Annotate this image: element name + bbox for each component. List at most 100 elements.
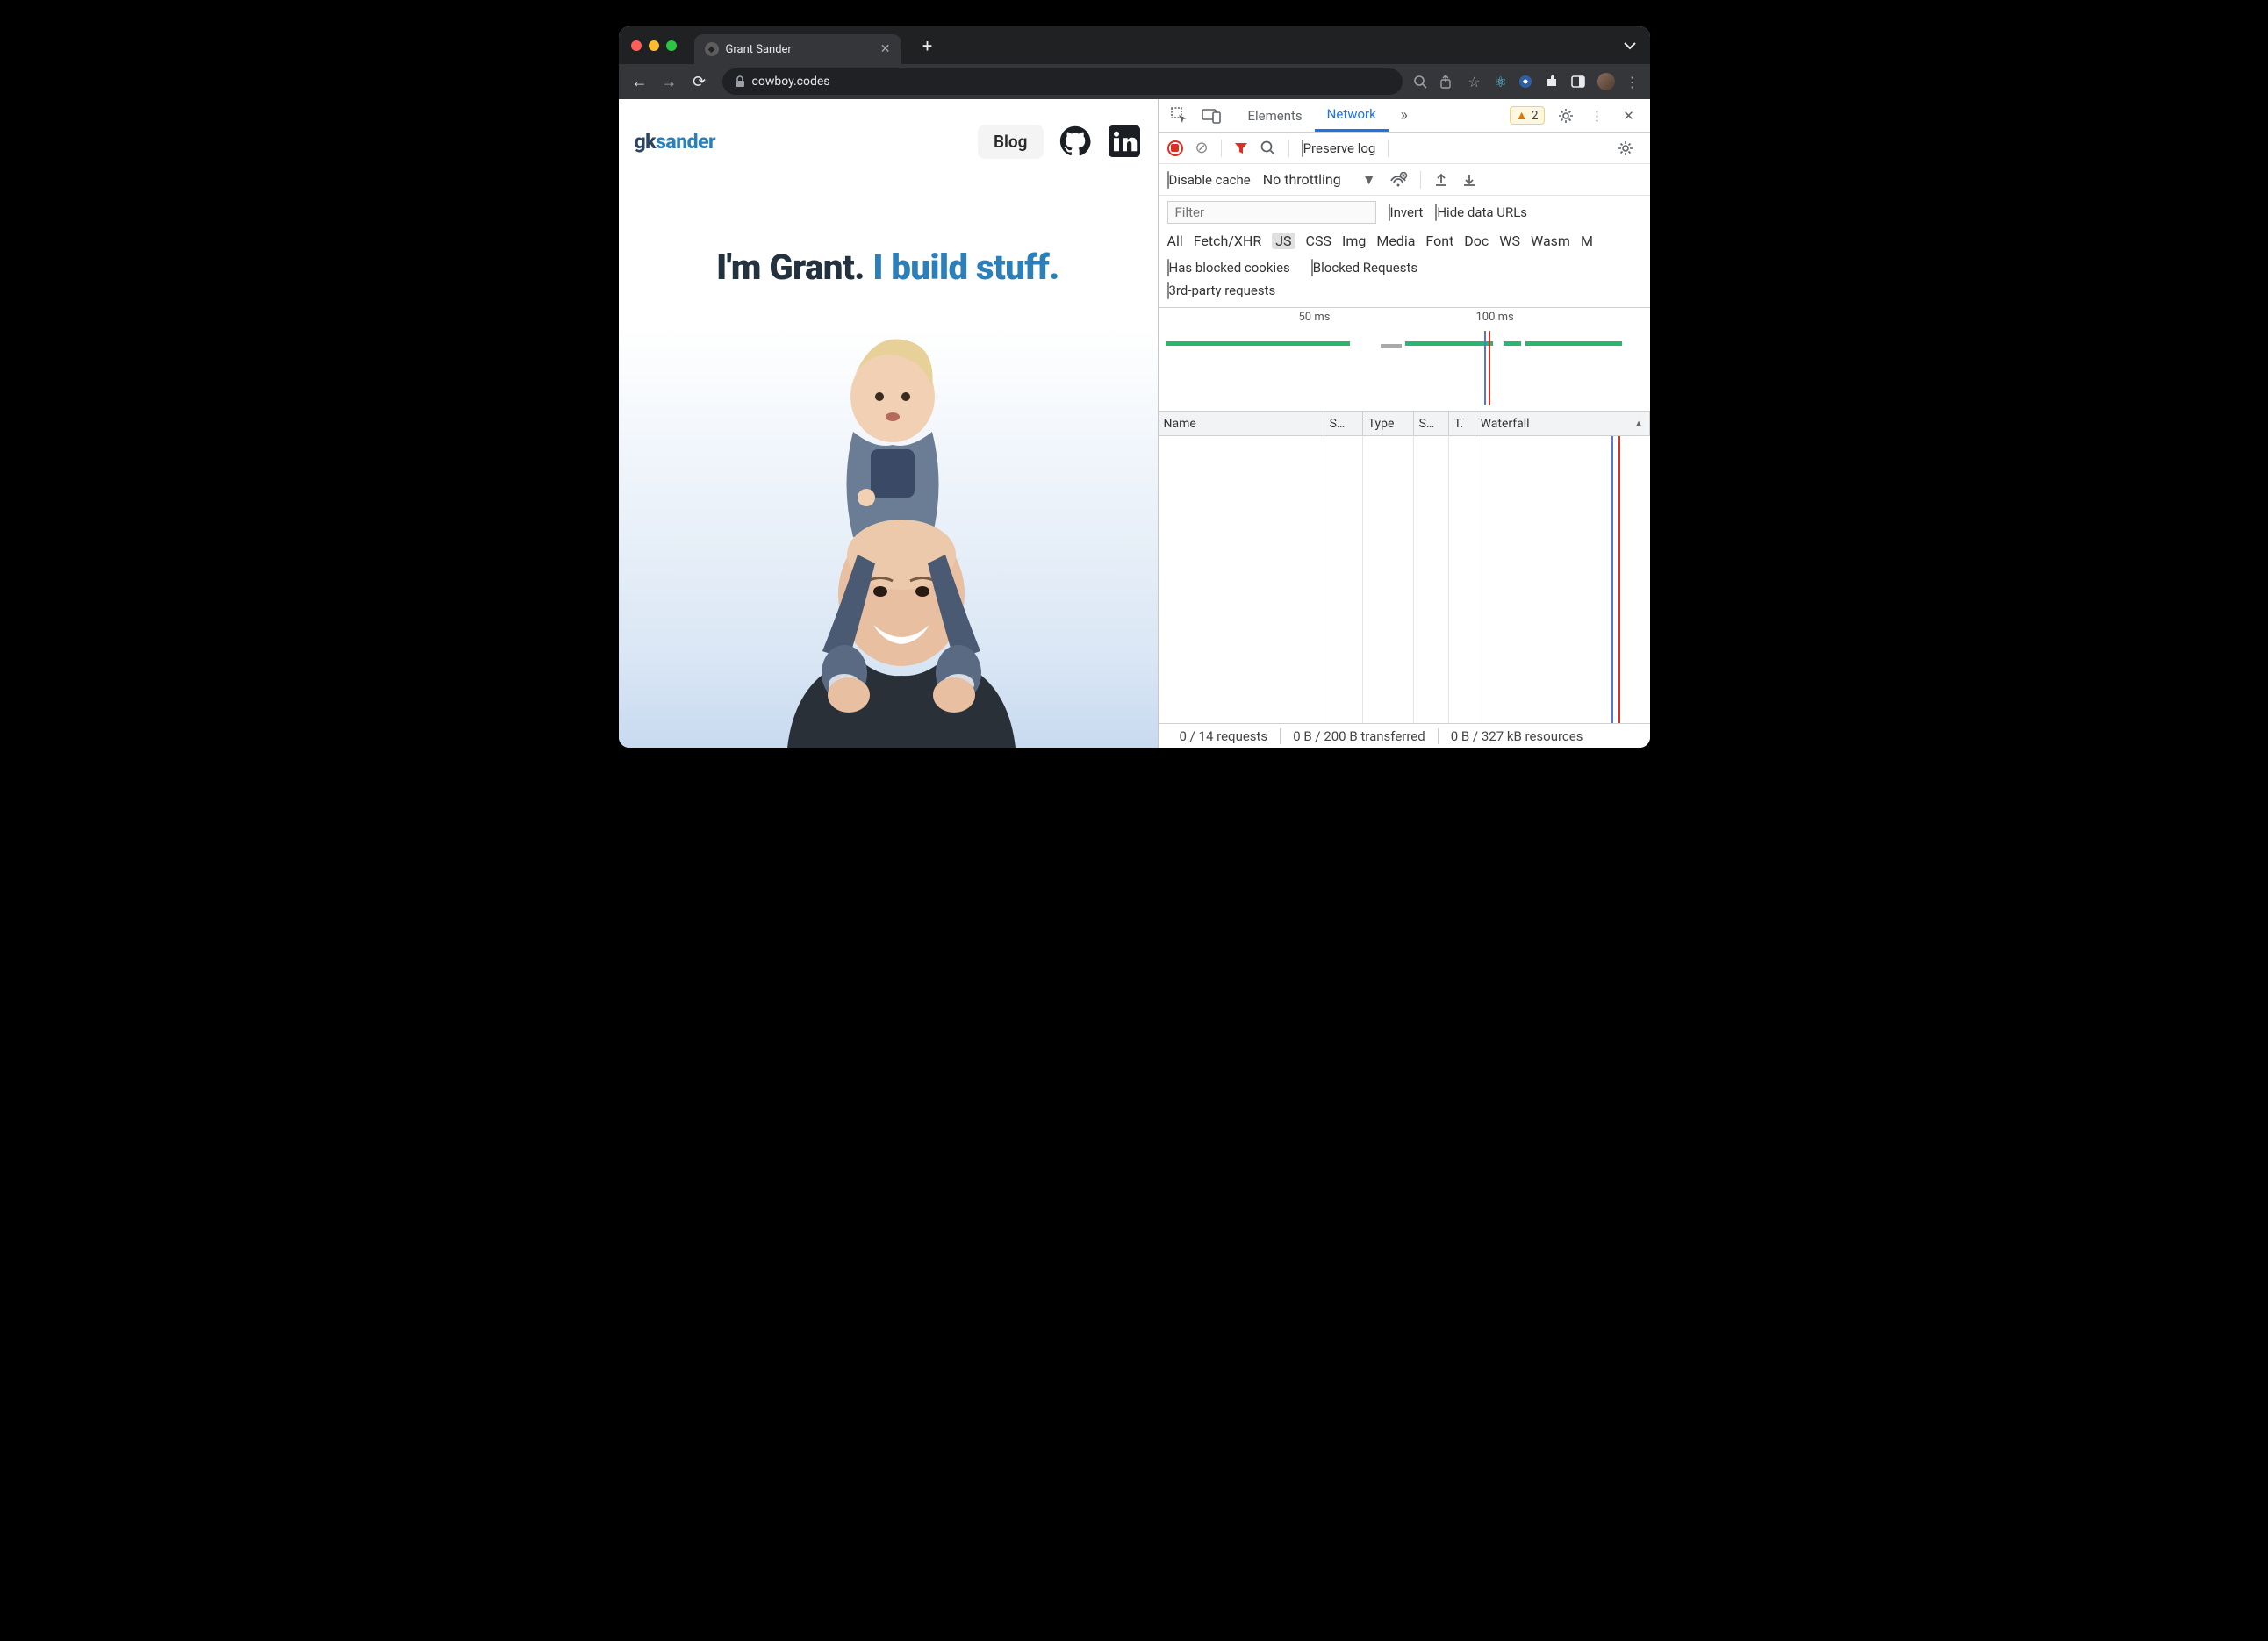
devtools-tabs: Elements Network » ▲ 2 ⋮ ✕ — [1159, 99, 1650, 133]
page-nav: Blog — [978, 124, 1142, 159]
status-resources: 0 B / 327 kB resources — [1439, 728, 1596, 744]
browser-chrome: ◆ Grant Sander ✕ + ← → ⟳ cowboy.codes — [619, 26, 1650, 99]
preserve-log-label: Preserve log — [1303, 140, 1376, 156]
sidepanel-icon[interactable] — [1571, 75, 1589, 88]
search-button[interactable] — [1260, 140, 1276, 156]
forward-button[interactable]: → — [657, 69, 682, 94]
filter-all[interactable]: All — [1167, 233, 1183, 249]
network-table: Name S… Type S… T. Waterfall ▲ — [1159, 412, 1650, 723]
invert-checkbox[interactable]: Invert — [1389, 204, 1424, 220]
timeline-marker-load — [1489, 331, 1490, 405]
network-conditions-button[interactable] — [1389, 172, 1408, 188]
extensions-icon[interactable] — [1545, 75, 1562, 89]
window-close-button[interactable] — [631, 40, 642, 51]
col-size[interactable]: S… — [1414, 412, 1449, 435]
device-toolbar-button[interactable] — [1195, 100, 1227, 132]
col-waterfall-label: Waterfall — [1481, 417, 1530, 431]
filter-doc[interactable]: Doc — [1464, 233, 1489, 249]
devtools-settings-button[interactable] — [1550, 100, 1582, 132]
warnings-badge[interactable]: ▲ 2 — [1510, 106, 1545, 125]
new-tab-button[interactable]: + — [915, 33, 940, 58]
filter-more[interactable]: M — [1581, 233, 1593, 249]
blocked-requests-label: Blocked Requests — [1313, 260, 1418, 276]
col-waterfall[interactable]: Waterfall ▲ — [1475, 412, 1650, 435]
extension-react-icon[interactable]: ⚛ — [1492, 74, 1510, 90]
filter-ws[interactable]: WS — [1499, 233, 1520, 249]
url-input[interactable]: cowboy.codes — [722, 68, 1403, 95]
warning-count: 2 — [1532, 109, 1539, 123]
waterfall-marker-dcl — [1611, 436, 1613, 723]
blocked-cookies-checkbox[interactable]: Has blocked cookies — [1167, 260, 1290, 276]
status-transferred: 0 B / 200 B transferred — [1281, 728, 1438, 744]
hide-data-urls-checkbox[interactable]: Hide data URLs — [1435, 204, 1527, 220]
col-type[interactable]: Type — [1363, 412, 1414, 435]
headline-text: I'm Grant. — [716, 247, 872, 288]
tab-elements[interactable]: Elements — [1236, 99, 1315, 132]
browser-tab[interactable]: ◆ Grant Sander ✕ — [694, 34, 901, 64]
lock-icon — [735, 75, 745, 88]
filter-img[interactable]: Img — [1342, 233, 1366, 249]
clear-button[interactable]: ⊘ — [1195, 139, 1209, 157]
third-party-checkbox[interactable]: 3rd-party requests — [1167, 283, 1276, 298]
reload-button[interactable]: ⟳ — [687, 69, 712, 94]
filter-wasm[interactable]: Wasm — [1531, 233, 1570, 249]
devtools-panel: Elements Network » ▲ 2 ⋮ ✕ ⊘ — [1158, 99, 1650, 748]
separator — [1221, 140, 1222, 157]
disable-cache-checkbox[interactable]: Disable cache — [1167, 172, 1251, 188]
timeline-overview[interactable]: 50 ms 100 ms — [1159, 308, 1650, 412]
filter-font[interactable]: Font — [1425, 233, 1453, 249]
throttling-select[interactable]: No throttling ▼ — [1263, 171, 1376, 189]
browser-window: ◆ Grant Sander ✕ + ← → ⟳ cowboy.codes — [619, 26, 1650, 748]
extension-icon-1[interactable] — [1518, 75, 1536, 89]
third-party-label: 3rd-party requests — [1169, 283, 1276, 298]
site-logo[interactable]: gksander — [635, 130, 716, 154]
github-link[interactable] — [1058, 124, 1093, 159]
network-settings-button[interactable] — [1610, 133, 1641, 164]
col-status[interactable]: S… — [1324, 412, 1363, 435]
filter-media[interactable]: Media — [1376, 233, 1415, 249]
chrome-menu-button[interactable]: ⋮ — [1624, 74, 1641, 90]
hero-image — [726, 326, 1051, 748]
timeline-track — [1166, 341, 1643, 348]
profile-avatar[interactable] — [1597, 73, 1615, 90]
table-body — [1159, 436, 1650, 723]
more-tabs-button[interactable]: » — [1389, 100, 1420, 132]
filter-toggle-button[interactable] — [1234, 141, 1248, 155]
devtools-close-button[interactable]: ✕ — [1613, 100, 1645, 132]
tab-bar: ◆ Grant Sander ✕ + — [619, 26, 1650, 64]
tab-close-button[interactable]: ✕ — [880, 42, 891, 56]
filter-input[interactable] — [1167, 201, 1376, 224]
col-name[interactable]: Name — [1159, 412, 1324, 435]
upload-har-button[interactable] — [1433, 172, 1449, 188]
warning-icon: ▲ — [1516, 108, 1528, 123]
filter-css[interactable]: CSS — [1306, 233, 1331, 249]
tab-network[interactable]: Network — [1315, 99, 1389, 132]
content-area: gksander Blog I'm Grant. I build stuff. — [619, 99, 1650, 748]
timeline-marker-dcl — [1484, 331, 1486, 405]
traffic-lights — [631, 40, 677, 51]
share-icon[interactable] — [1439, 75, 1457, 89]
bookmark-icon[interactable]: ☆ — [1466, 74, 1483, 90]
separator — [1288, 140, 1289, 157]
blocked-requests-checkbox[interactable]: Blocked Requests — [1311, 260, 1418, 276]
preserve-log-checkbox[interactable]: Preserve log — [1302, 140, 1376, 156]
timeline-tick: 50 ms — [1299, 311, 1331, 324]
col-time[interactable]: T. — [1449, 412, 1475, 435]
record-button[interactable] — [1167, 140, 1183, 156]
filter-js[interactable]: JS — [1272, 233, 1295, 249]
linkedin-link[interactable] — [1107, 124, 1142, 159]
filter-fetch[interactable]: Fetch/XHR — [1194, 233, 1262, 249]
hide-data-urls-label: Hide data URLs — [1437, 204, 1527, 220]
tabs-dropdown-button[interactable] — [1624, 41, 1636, 50]
back-button[interactable]: ← — [628, 69, 652, 94]
window-minimize-button[interactable] — [649, 40, 659, 51]
page-header: gksander Blog — [619, 99, 1158, 159]
window-maximize-button[interactable] — [666, 40, 677, 51]
devtools-menu-button[interactable]: ⋮ — [1582, 100, 1613, 132]
inspect-element-button[interactable] — [1164, 100, 1195, 132]
blog-link[interactable]: Blog — [978, 125, 1044, 159]
search-icon[interactable] — [1413, 75, 1431, 89]
network-toolbar-1: ⊘ Preserve log — [1159, 133, 1650, 164]
waterfall-marker-load — [1618, 436, 1620, 723]
download-har-button[interactable] — [1461, 172, 1477, 188]
